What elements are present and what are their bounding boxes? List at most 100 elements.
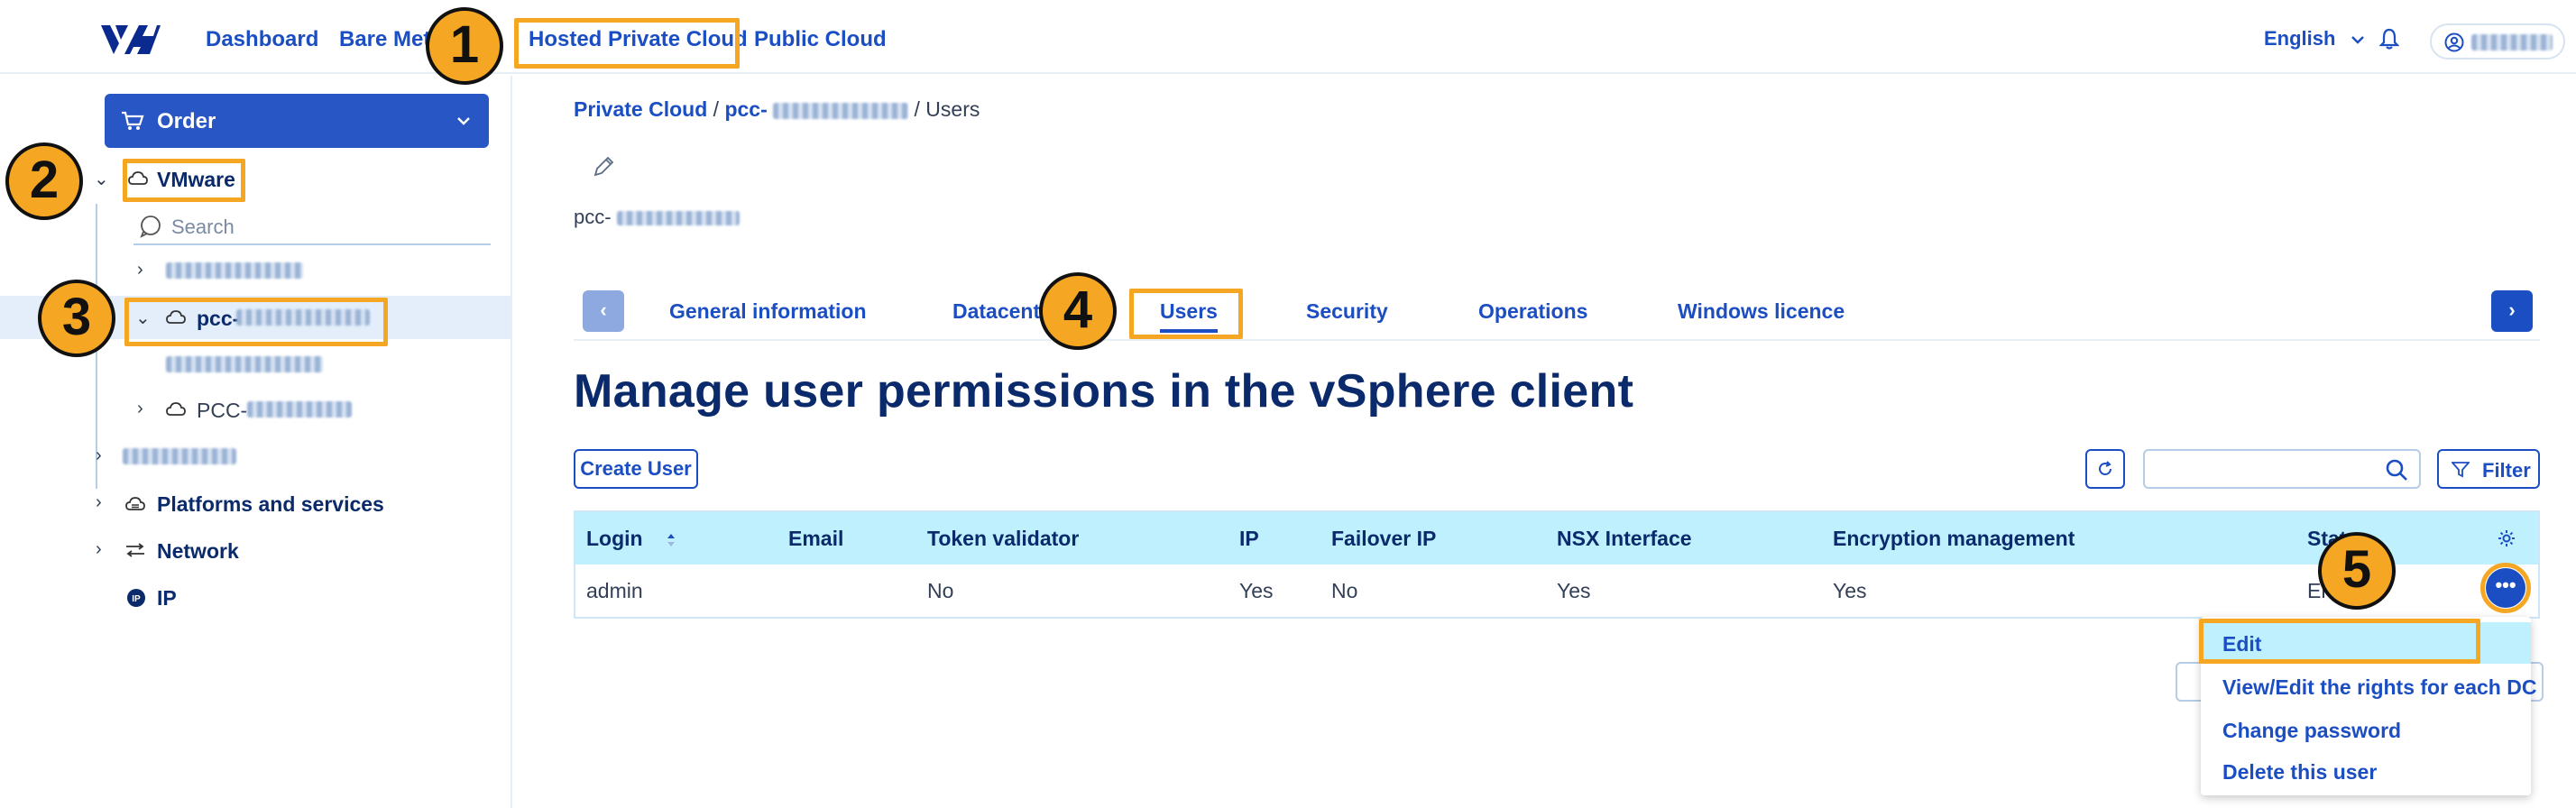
- sidebar-item-redacted[interactable]: ›: [0, 435, 511, 478]
- nav-dashboard[interactable]: Dashboard: [206, 27, 318, 52]
- tab-security[interactable]: Security: [1306, 299, 1388, 324]
- cell-failover-ip: No: [1331, 579, 1358, 602]
- page-title: Manage user permissions in the vSphere c…: [574, 365, 1634, 418]
- table-row: admin No Yes No Yes Yes Enabled: [575, 565, 2538, 617]
- highlight-selected-pcc: [124, 298, 388, 346]
- step-badge-1: 1: [426, 7, 503, 85]
- users-table: Login Email Token validator IP Failover …: [574, 510, 2540, 619]
- breadcrumb-separator: /: [713, 97, 725, 121]
- step-badge-2: 2: [5, 142, 83, 220]
- refresh-button[interactable]: [2085, 449, 2125, 489]
- order-button[interactable]: Order: [105, 94, 489, 148]
- breadcrumb-current: Users: [925, 97, 980, 121]
- filter-label: Filter: [2482, 459, 2531, 482]
- service-display-name: pcc-: [574, 206, 740, 229]
- redacted-service-name: [616, 211, 740, 226]
- sidebar-item-platforms-and-services[interactable]: › Platforms and services: [0, 482, 511, 525]
- ip-label: IP: [157, 586, 177, 610]
- chevron-right-icon[interactable]: ›: [96, 445, 102, 466]
- cloud-stack-icon: [125, 497, 145, 510]
- cell-encryption-management: Yes: [1833, 579, 1867, 602]
- order-label: Order: [157, 109, 216, 133]
- step-badge-5: 5: [2318, 532, 2396, 610]
- pcc-label: PCC-: [197, 399, 248, 422]
- breadcrumb-private-cloud[interactable]: Private Cloud: [574, 97, 707, 121]
- chevron-right-icon[interactable]: ›: [96, 492, 102, 513]
- chevron-right-icon[interactable]: ›: [137, 399, 143, 419]
- chevron-down-icon[interactable]: ⌄: [94, 168, 109, 190]
- table-header: Login Email Token validator IP Failover …: [575, 512, 2538, 565]
- chevron-right-icon[interactable]: ›: [96, 539, 102, 560]
- menu-item-change-password[interactable]: Change password: [2201, 709, 2531, 750]
- highlight-users-tab: [1129, 289, 1243, 339]
- column-header-encryption-management: Encryption management: [1833, 527, 2075, 550]
- tab-windows-licence[interactable]: Windows licence: [1678, 299, 1845, 324]
- language-label: English: [2264, 27, 2336, 50]
- redacted-service-name: [166, 262, 303, 279]
- redacted-datacentre-name: [166, 356, 323, 372]
- ovhcloud-logo[interactable]: [97, 22, 162, 58]
- highlight-hosted-private-cloud: [514, 18, 740, 69]
- network-arrows-icon: [126, 543, 144, 557]
- cell-login: admin: [586, 579, 643, 602]
- language-selector[interactable]: English: [2264, 27, 2365, 50]
- chevron-left-icon: ‹: [600, 298, 607, 321]
- tab-operations[interactable]: Operations: [1478, 299, 1587, 324]
- notification-bell-icon[interactable]: [2379, 27, 2399, 50]
- column-header-login[interactable]: Login: [586, 527, 677, 551]
- cart-icon: [122, 111, 144, 130]
- search-placeholder: Search: [171, 216, 235, 238]
- chevron-right-icon[interactable]: ›: [137, 260, 143, 280]
- chat-search-icon: [140, 216, 161, 238]
- filter-button[interactable]: Filter: [2437, 449, 2540, 489]
- redacted-item-name: [123, 448, 236, 464]
- column-header-failover-ip: Failover IP: [1331, 527, 1437, 550]
- search-input[interactable]: [2143, 449, 2421, 489]
- menu-item-label: Change password: [2222, 719, 2402, 742]
- step-badge-4: 4: [1039, 272, 1117, 350]
- edit-pencil-icon[interactable]: [592, 155, 615, 179]
- sidebar-item-network[interactable]: › Network: [0, 528, 511, 572]
- refresh-icon: [2099, 461, 2111, 475]
- highlight-vmware: [123, 159, 245, 202]
- column-header-email: Email: [788, 527, 844, 550]
- redacted-service-name: [773, 102, 909, 119]
- highlight-edit-menu-item: [2199, 619, 2480, 664]
- tab-scroll-left-button[interactable]: ‹: [583, 290, 624, 332]
- service-name-prefix: pcc-: [574, 206, 612, 228]
- sidebar-search[interactable]: Search: [133, 207, 491, 245]
- chevron-right-icon: ›: [2508, 298, 2516, 321]
- ip-badge-icon: IP: [127, 589, 145, 607]
- nav-public-cloud[interactable]: Public Cloud: [754, 27, 887, 52]
- login-header-label: Login: [586, 527, 643, 550]
- breadcrumb-separator: /: [914, 97, 926, 121]
- sort-icon: [667, 533, 675, 546]
- user-account-menu[interactable]: [2430, 23, 2565, 60]
- menu-item-delete-user[interactable]: Delete this user: [2201, 750, 2531, 792]
- column-settings-gear-icon[interactable]: [2497, 528, 2516, 548]
- tab-general-information[interactable]: General information: [669, 299, 867, 324]
- breadcrumb: Private Cloud / pcc- / Users: [574, 97, 980, 122]
- svg-text:IP: IP: [132, 594, 141, 604]
- filter-funnel-icon: [2452, 462, 2470, 478]
- create-user-button[interactable]: Create User: [574, 449, 698, 489]
- redacted-pcc-name: [247, 401, 352, 418]
- cell-ip: Yes: [1239, 579, 1274, 602]
- search-icon[interactable]: [2385, 458, 2408, 482]
- network-label: Network: [157, 539, 239, 563]
- menu-item-view-edit-rights[interactable]: View/Edit the rights for each DC: [2201, 666, 2536, 707]
- tab-bar: ‹ General information Datacentres Users …: [574, 290, 2540, 341]
- breadcrumb-service[interactable]: pcc-: [724, 97, 767, 121]
- column-header-ip: IP: [1239, 527, 1259, 550]
- sidebar-item-pcc[interactable]: › PCC-: [0, 388, 511, 431]
- cloud-icon: [166, 402, 186, 416]
- platforms-label: Platforms and services: [157, 492, 384, 516]
- chevron-down-icon: [2351, 36, 2364, 44]
- sidebar-item-ip[interactable]: IP IP: [0, 575, 511, 619]
- highlight-row-actions-button: [2480, 563, 2531, 613]
- tab-scroll-right-button[interactable]: ›: [2491, 290, 2533, 332]
- chevron-down-icon: [457, 117, 470, 125]
- column-header-token-validator: Token validator: [927, 527, 1080, 550]
- menu-item-label: Delete this user: [2222, 760, 2378, 784]
- step-badge-3: 3: [38, 280, 115, 357]
